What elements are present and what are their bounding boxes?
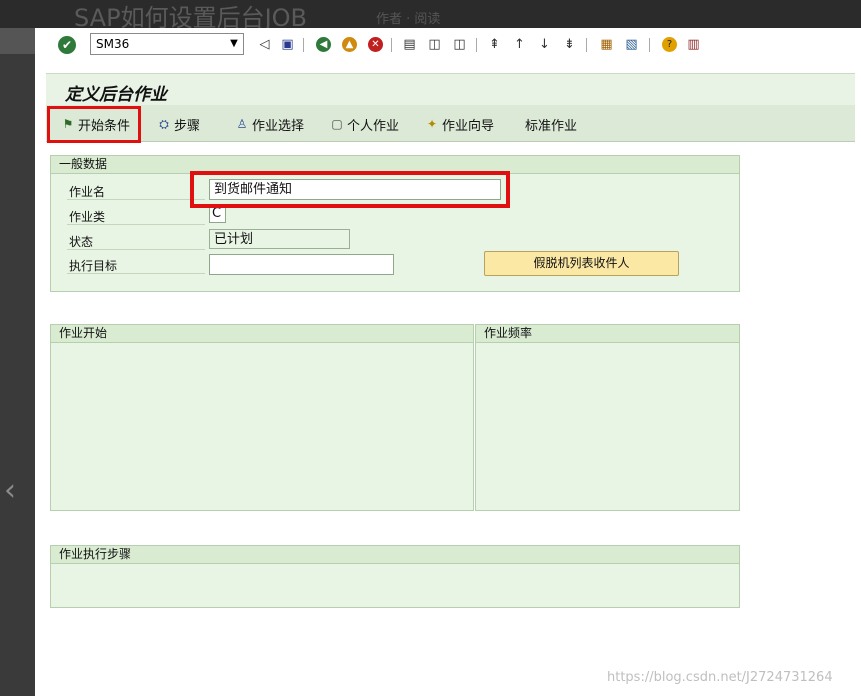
prev-page-icon[interactable]: ↑ <box>512 37 527 52</box>
cancel-icon[interactable]: ✕ <box>368 37 383 52</box>
status-label: 状态 <box>69 235 94 249</box>
job-steps-header: 作业执行步骤 <box>51 546 739 564</box>
left-panel: ‹ <box>0 28 35 696</box>
document-icon: ▢ <box>331 117 343 131</box>
job-steps-group: 作业执行步骤 <box>50 545 740 608</box>
print-icon[interactable]: ▤ <box>402 37 417 52</box>
first-page-icon[interactable]: ⇞ <box>487 37 502 52</box>
application-toolbar: ⚑ 开始条件 ⛭ 步骤 ♙ 作业选择 ▢ 个人作业 ✦ 作业向导 标准作业 <box>46 105 855 142</box>
highlight-box-start-condition <box>47 106 141 143</box>
chevron-down-icon[interactable]: ▼ <box>225 34 243 54</box>
steps-button[interactable]: ⛭ 步骤 <box>156 114 200 134</box>
help-icon[interactable]: ? <box>662 37 677 52</box>
job-start-header: 作业开始 <box>51 325 473 343</box>
chevron-left-icon[interactable]: ‹ <box>4 476 16 506</box>
highlight-box-job-name <box>190 171 510 208</box>
watermark: https://blog.csdn.net/J2724731264 <box>607 670 833 685</box>
sap-screen: 定义后台作业 ⚑ 开始条件 ⛭ 步骤 ♙ 作业选择 ▢ 个人作业 ✦ 作业向导 … <box>35 64 855 696</box>
save-icon[interactable]: ▣ <box>280 37 295 52</box>
exit-icon[interactable]: ▲ <box>342 37 357 52</box>
command-field-value: SM36 <box>96 37 130 51</box>
system-toolbar: ✔ SM36 ▼ ◁ ▣ ◀ ▲ ✕ ▤ ◫ ◫ ⇞ ↑ ↓ ⇟ ▦ ▧ ? ▥ <box>35 28 855 64</box>
status-value: 已计划 <box>209 229 350 249</box>
command-field[interactable]: SM36 ▼ <box>90 33 244 55</box>
screen-title-bar: 定义后台作业 <box>46 73 855 106</box>
steps-icon: ⛭ <box>159 117 169 131</box>
spool-recipient-button[interactable]: 假脱机列表收件人 <box>484 251 679 276</box>
job-start-group: 作业开始 <box>50 324 474 511</box>
last-page-icon[interactable]: ⇟ <box>562 37 577 52</box>
job-wizard-button[interactable]: ✦ 作业向导 <box>424 114 494 134</box>
find-icon[interactable]: ◫ <box>427 37 442 52</box>
new-session-icon[interactable]: ▦ <box>599 37 614 52</box>
exec-target-field[interactable] <box>209 254 394 275</box>
job-frequency-header: 作业频率 <box>476 325 739 343</box>
page-subtitle: 作者 · 阅读 <box>376 12 441 27</box>
find-next-icon[interactable]: ◫ <box>452 37 467 52</box>
job-name-label: 作业名 <box>69 185 106 199</box>
shortcut-icon[interactable]: ▧ <box>624 37 639 52</box>
standard-jobs-button[interactable]: 标准作业 <box>525 114 577 134</box>
job-selection-button[interactable]: ♙ 作业选择 <box>234 114 304 134</box>
job-frequency-group: 作业频率 <box>475 324 740 511</box>
exec-target-label: 执行目标 <box>69 259 118 273</box>
ok-icon[interactable]: ✔ <box>58 36 76 54</box>
layout-icon[interactable]: ▥ <box>686 37 701 52</box>
wizard-icon: ✦ <box>426 117 438 131</box>
screen-title: 定义后台作业 <box>65 85 167 105</box>
next-page-icon[interactable]: ↓ <box>537 37 552 52</box>
own-jobs-button[interactable]: ▢ 个人作业 <box>329 114 399 134</box>
user-icon: ♙ <box>236 117 248 131</box>
back-icon[interactable]: ◁ <box>257 37 272 52</box>
job-class-label: 作业类 <box>69 210 106 224</box>
back-green-icon[interactable]: ◀ <box>316 37 331 52</box>
page-title-bar: SAP如何设置后台JOB 作者 · 阅读 <box>0 0 861 32</box>
